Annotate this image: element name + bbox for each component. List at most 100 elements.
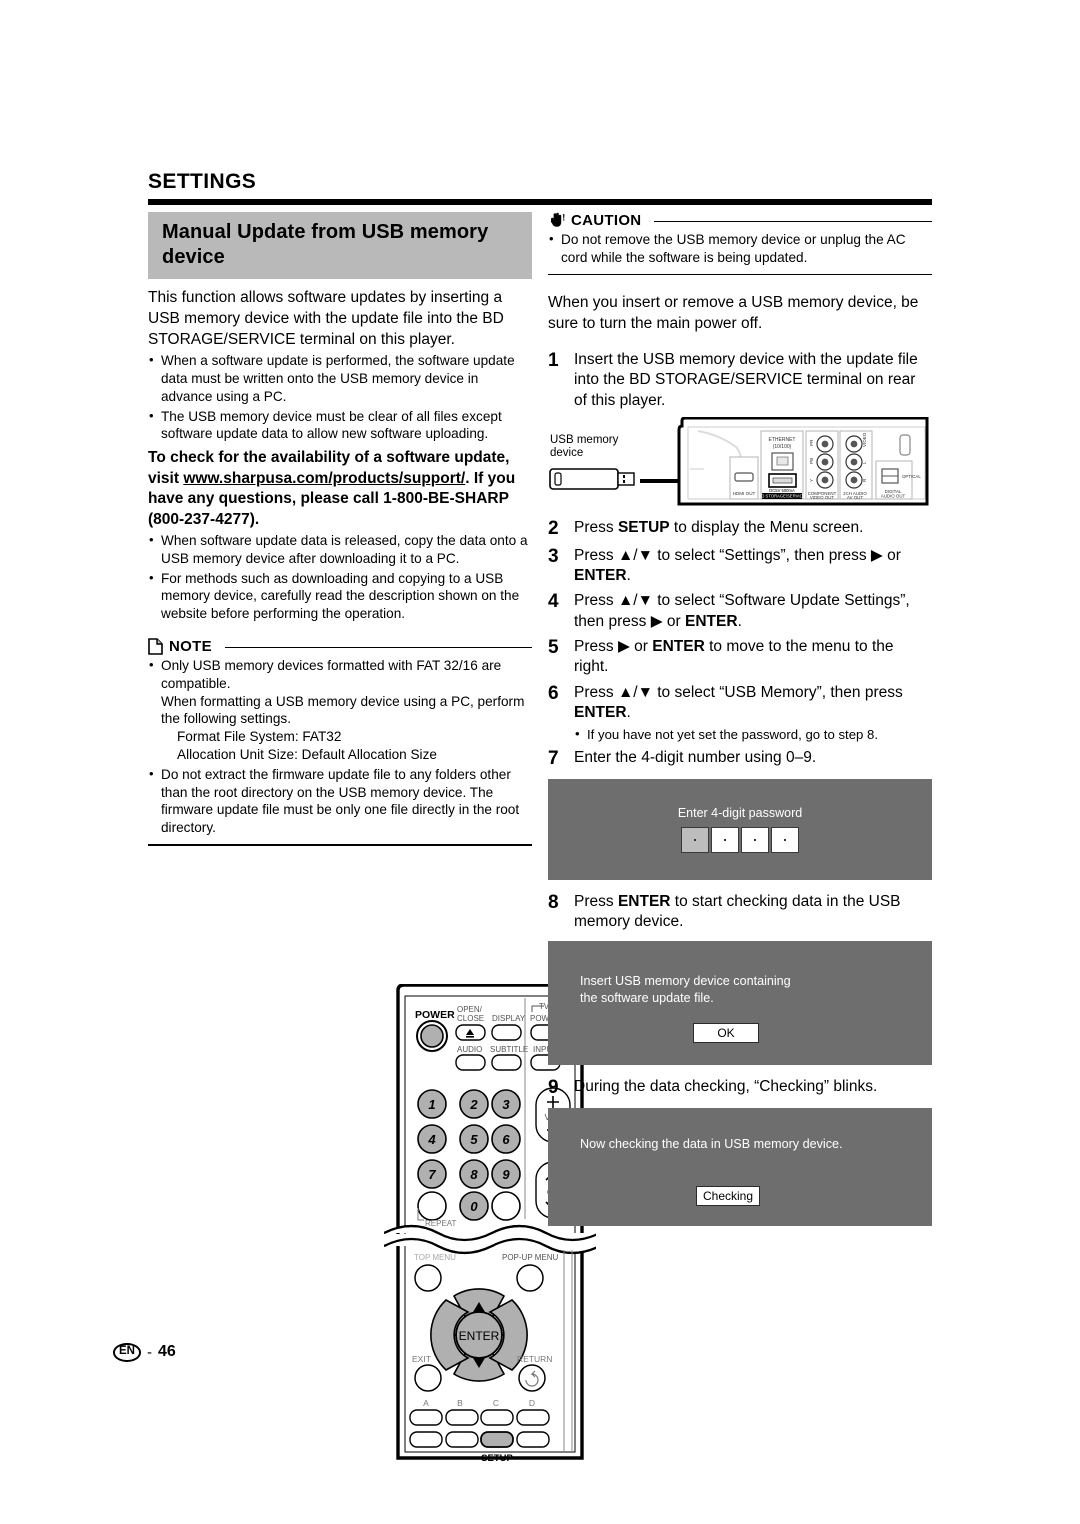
step-item: 9 During the data checking, “Checking” b… (548, 1077, 932, 1100)
svg-text:PB: PB (809, 458, 814, 464)
osd-checking-line1: Now checking the data in USB memory devi… (580, 1136, 843, 1151)
step-item: 5 Press ▶ or ENTER to move to the menu t… (548, 637, 932, 678)
note-callout: NOTE Only USB memory devices formatted w… (148, 638, 532, 846)
step-text-part: ENTER (617, 893, 671, 911)
svg-text:POWER: POWER (415, 1009, 455, 1021)
step-text-part: . (626, 567, 631, 585)
svg-text:REPEAT: REPEAT (425, 1219, 457, 1228)
right-arrow-icon: ▶ (617, 638, 630, 655)
step-text-part: Press (574, 638, 618, 655)
svg-text:BD STORAGE/SERVICE: BD STORAGE/SERVICE (759, 494, 806, 499)
footer-dash: - (146, 1343, 152, 1361)
step-number: 1 (548, 350, 559, 372)
note-rule (224, 646, 532, 649)
svg-text:8: 8 (470, 1167, 478, 1182)
step-text: Press SETUP to display the Menu screen. (574, 518, 932, 538)
password-digit-3[interactable] (741, 827, 769, 854)
list-item: When software update data is released, c… (148, 531, 532, 568)
svg-text:6: 6 (502, 1132, 510, 1147)
caution-body: Do not remove the USB memory device or u… (548, 230, 932, 267)
password-digit-1[interactable] (681, 827, 709, 854)
svg-text:AV OUT: AV OUT (847, 495, 863, 500)
step-item: 1 Insert the USB memory device with the … (548, 350, 932, 411)
password-digit-2[interactable] (711, 827, 739, 854)
note-item-indent: Format File System: FAT32 (177, 729, 342, 745)
note-item-indent: Allocation Unit Size: Default Allocation… (177, 747, 437, 763)
right-arrow-icon: ▶ (650, 612, 663, 630)
step-number: 9 (548, 1076, 559, 1098)
osd-insert-screen: Insert USB memory device containing the … (548, 940, 932, 1065)
svg-text:3: 3 (502, 1097, 510, 1112)
svg-text:DISPLAY: DISPLAY (492, 1014, 526, 1023)
ok-button[interactable]: OK (693, 1022, 759, 1043)
rear-panel-figure: USB memory device HDMI OUT ETHERNET (10/… (548, 416, 932, 513)
language-badge: EN (113, 1343, 141, 1362)
osd-password-screen: Enter 4-digit password (548, 779, 932, 881)
password-digit-group (548, 827, 932, 854)
step-list-top: 1 Insert the USB memory device with the … (548, 350, 932, 411)
step-number: 8 (548, 892, 559, 914)
step-text-part: ENTER (652, 638, 705, 655)
step-text: Press ▲/▼ to select “USB Memory”, then p… (574, 683, 932, 744)
step-substep: If you have not yet set the password, go… (574, 725, 932, 743)
svg-text:5: 5 (470, 1132, 478, 1147)
power-off-note: When you insert or remove a USB memory d… (548, 294, 919, 332)
svg-text:AUDIO: AUDIO (457, 1045, 482, 1054)
header-rule (148, 199, 932, 205)
left-column: Manual Update from USB memory device Thi… (148, 212, 601, 1464)
step-text-part: ENTER (574, 567, 627, 585)
svg-text:1: 1 (428, 1097, 435, 1112)
step-text: Press ENTER to start checking data in th… (574, 892, 932, 933)
note-bottom-rule (148, 844, 532, 846)
svg-text:7: 7 (428, 1167, 436, 1182)
updown-arrow-icon: ▲/▼ (617, 592, 653, 610)
section-intro: This function allows software updates by… (148, 289, 504, 348)
step-item: 7 Enter the 4-digit number using 0–9. (548, 748, 932, 771)
caution-title: CAUTION (571, 212, 642, 229)
step-text-part: Press (574, 683, 618, 701)
updown-arrow-icon: ▲/▼ (617, 683, 653, 701)
svg-text:9: 9 (502, 1167, 510, 1182)
note-body: Only USB memory devices formatted with F… (148, 656, 532, 837)
step-text-part: . (626, 703, 631, 721)
step-text-part: or (662, 612, 686, 630)
list-item: For methods such as downloading and copy… (148, 569, 532, 623)
section-title: Manual Update from USB memory device (148, 212, 532, 279)
step-text-part: or (882, 546, 901, 564)
step-text-part: or (629, 638, 653, 655)
page-number: 46 (157, 1343, 176, 1361)
after-bullet-list: When software update data is released, c… (148, 531, 532, 623)
step-text: Press ▶ or ENTER to move to the menu to … (574, 637, 932, 678)
svg-text:PR: PR (809, 439, 814, 446)
intro-bullet-list: When a software update is performed, the… (148, 351, 532, 443)
step-text-part: ENTER (574, 703, 627, 721)
svg-text:USB memory: USB memory (550, 434, 619, 446)
step-text-part: to select “USB Memory”, then press (652, 683, 903, 701)
note-item-text: Only USB memory devices formatted with F… (161, 658, 502, 691)
note-item-continuation: When formatting a USB memory device usin… (161, 693, 525, 727)
svg-text:device: device (550, 447, 583, 459)
note-title: NOTE (169, 638, 212, 656)
step-text-part: Press (574, 546, 618, 564)
svg-text:SETUP: SETUP (481, 1453, 513, 1464)
caution-callout: ! CAUTION Do not remove the USB memory d… (548, 212, 932, 276)
caution-list: Do not remove the USB memory device or u… (548, 230, 932, 267)
support-url: www.sharpusa.com/products/support/ (183, 469, 466, 487)
step-text: During the data checking, “Checking” bli… (574, 1077, 878, 1095)
password-digit-4[interactable] (771, 827, 799, 854)
step-text-part: to select “Settings”, then press (652, 546, 871, 564)
step-number: 2 (548, 518, 559, 540)
svg-text:A: A (423, 1398, 429, 1408)
step-number: 4 (548, 591, 559, 613)
osd-insert-line2: the software update file. (580, 990, 714, 1005)
step-text-part: to display the Menu screen. (669, 519, 864, 537)
svg-text:RETURN: RETURN (517, 1354, 552, 1364)
svg-text:L: L (862, 461, 867, 464)
updown-arrow-icon: ▲/▼ (617, 546, 653, 564)
svg-text:DC5V 500mA: DC5V 500mA (769, 488, 795, 493)
page-footer: EN - 46 (113, 1343, 176, 1362)
step-text: Insert the USB memory device with the up… (574, 351, 918, 409)
caution-rule (654, 220, 932, 223)
list-item: When a software update is performed, the… (148, 351, 532, 405)
svg-text:VIDEO: VIDEO (862, 432, 867, 447)
